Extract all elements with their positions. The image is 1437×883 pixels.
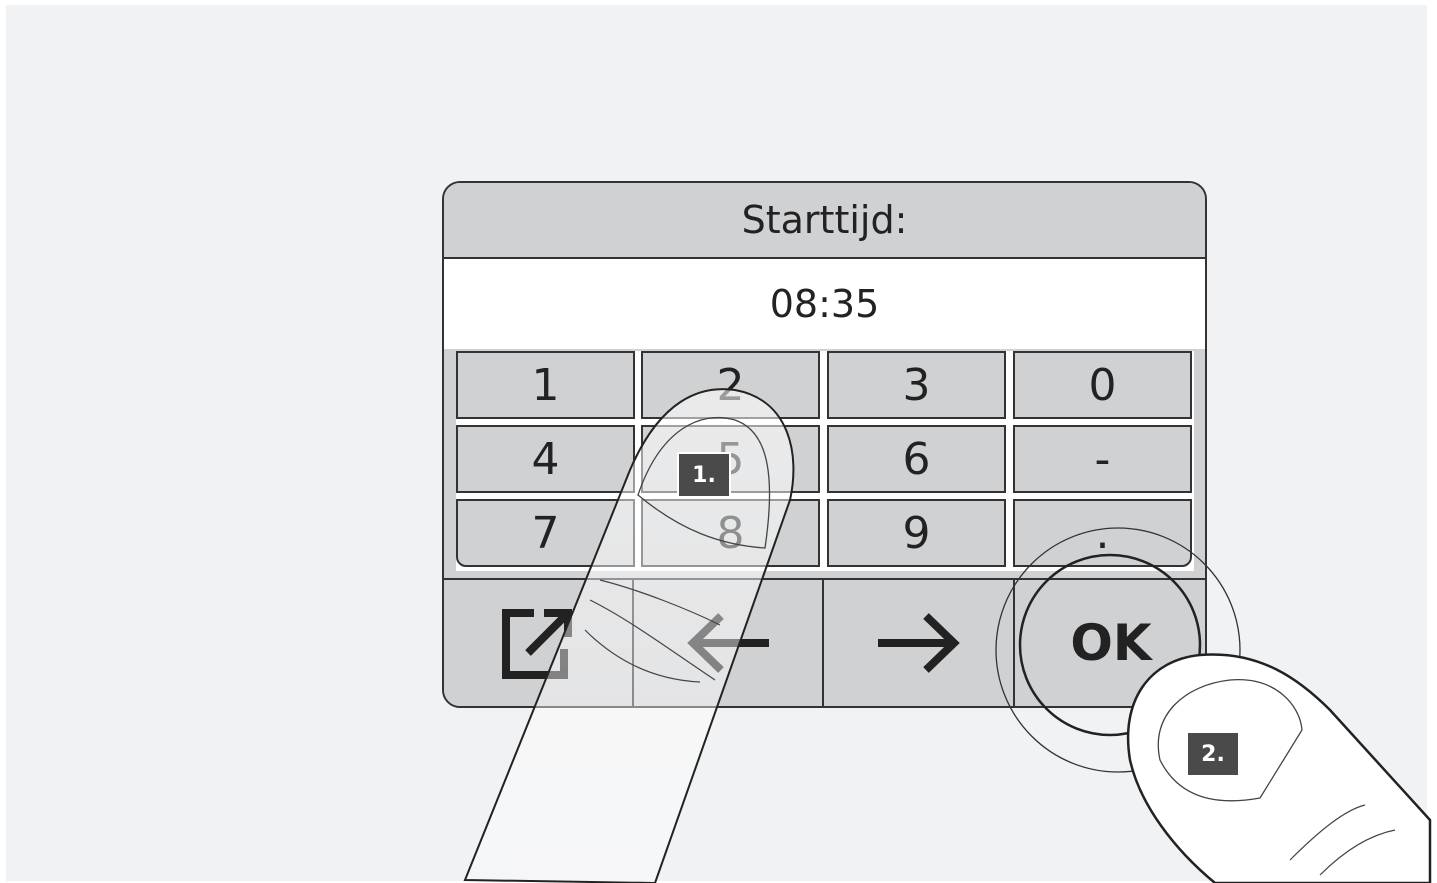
numeric-keypad: 1 2 3 0 4 5 6 - 7 8 9 .: [456, 351, 1194, 571]
back-button[interactable]: [634, 580, 824, 706]
exit-icon: [502, 609, 572, 679]
navigation-bar: OK: [444, 578, 1205, 706]
time-entry-panel: Starttijd: 08:35 1 2 3 0 4 5 6 - 7 8 9 .: [442, 181, 1207, 708]
forward-button[interactable]: [825, 580, 1015, 706]
back-arrow-icon: [687, 613, 769, 673]
key-3[interactable]: 3: [827, 351, 1006, 419]
key-6[interactable]: 6: [827, 425, 1006, 493]
forward-arrow-icon: [878, 613, 960, 673]
key-0[interactable]: 0: [1013, 351, 1192, 419]
key-9[interactable]: 9: [827, 499, 1006, 567]
ok-button[interactable]: OK: [1016, 580, 1205, 706]
panel-title-text: Starttijd:: [741, 198, 908, 242]
key-8[interactable]: 8: [641, 499, 820, 567]
key-minus[interactable]: -: [1013, 425, 1192, 493]
key-1[interactable]: 1: [456, 351, 635, 419]
step-2-badge: 2.: [1186, 731, 1240, 777]
key-4[interactable]: 4: [456, 425, 635, 493]
ok-label: OK: [1070, 614, 1152, 672]
time-value-display: 08:35: [444, 259, 1205, 349]
key-7[interactable]: 7: [456, 499, 635, 567]
key-dot[interactable]: .: [1013, 499, 1192, 567]
time-value-text: 08:35: [769, 282, 880, 326]
panel-title: Starttijd:: [444, 183, 1205, 259]
exit-button[interactable]: [444, 580, 634, 706]
step-1-badge: 1.: [677, 452, 731, 498]
key-2[interactable]: 2: [641, 351, 820, 419]
